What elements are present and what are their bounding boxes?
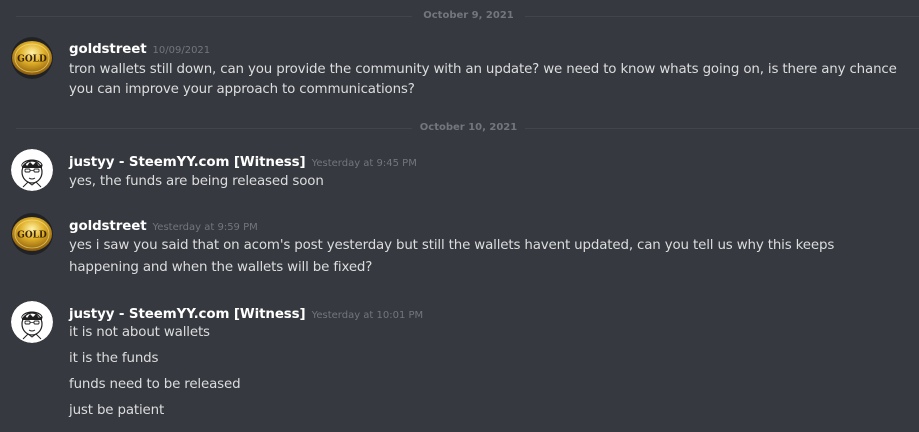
timestamp[interactable]: Yesterday at 10:01 PM <box>312 310 424 321</box>
message-header: goldstreet Yesterday at 9:59 PM <box>69 215 258 234</box>
message-text: funds need to be released <box>69 377 241 392</box>
message-text: yes, the funds are being released soon <box>69 174 324 189</box>
username[interactable]: justyy - SteemYY.com [Witness] <box>69 307 306 322</box>
divider-date: October 10, 2021 <box>419 122 518 133</box>
avatar[interactable]: GOLD <box>11 213 53 255</box>
message-header: justyy - SteemYY.com [Witness] Yesterday … <box>69 151 417 170</box>
username[interactable]: justyy - SteemYY.com [Witness] <box>69 155 306 170</box>
avatar[interactable] <box>11 149 53 191</box>
cartoon-face-icon <box>11 301 53 343</box>
avatar[interactable] <box>11 301 53 343</box>
message-text: yes i saw you said that on acom's post y… <box>69 238 835 253</box>
divider-date: October 9, 2021 <box>423 10 514 21</box>
chat-message-list: October 9, 2021 GOLD goldstreet 10/09/202… <box>0 0 919 432</box>
date-divider: October 9, 2021 <box>0 10 919 21</box>
date-divider: October 10, 2021 <box>0 122 919 133</box>
message-text: it is the funds <box>69 351 159 366</box>
cartoon-face-icon <box>11 149 53 191</box>
svg-text:GOLD: GOLD <box>17 55 47 65</box>
timestamp[interactable]: Yesterday at 9:59 PM <box>153 222 258 233</box>
gold-coin-icon: GOLD <box>11 213 53 255</box>
timestamp[interactable]: 10/09/2021 <box>153 45 211 56</box>
username[interactable]: goldstreet <box>69 42 147 57</box>
message-text: happening and when the wallets will be f… <box>69 260 373 275</box>
username[interactable]: goldstreet <box>69 219 147 234</box>
timestamp[interactable]: Yesterday at 9:45 PM <box>312 158 417 169</box>
message-header: goldstreet 10/09/2021 <box>69 38 211 57</box>
message-text: tron wallets still down, can you provide… <box>69 62 897 77</box>
message-text: you can improve your approach to communi… <box>69 82 415 97</box>
message-text: just be patient <box>69 403 165 418</box>
gold-coin-icon: GOLD <box>11 37 53 79</box>
message-header: justyy - SteemYY.com [Witness] Yesterday … <box>69 303 424 322</box>
message-text: it is not about wallets <box>69 325 210 340</box>
avatar[interactable]: GOLD <box>11 37 53 79</box>
svg-text:GOLD: GOLD <box>17 231 47 241</box>
